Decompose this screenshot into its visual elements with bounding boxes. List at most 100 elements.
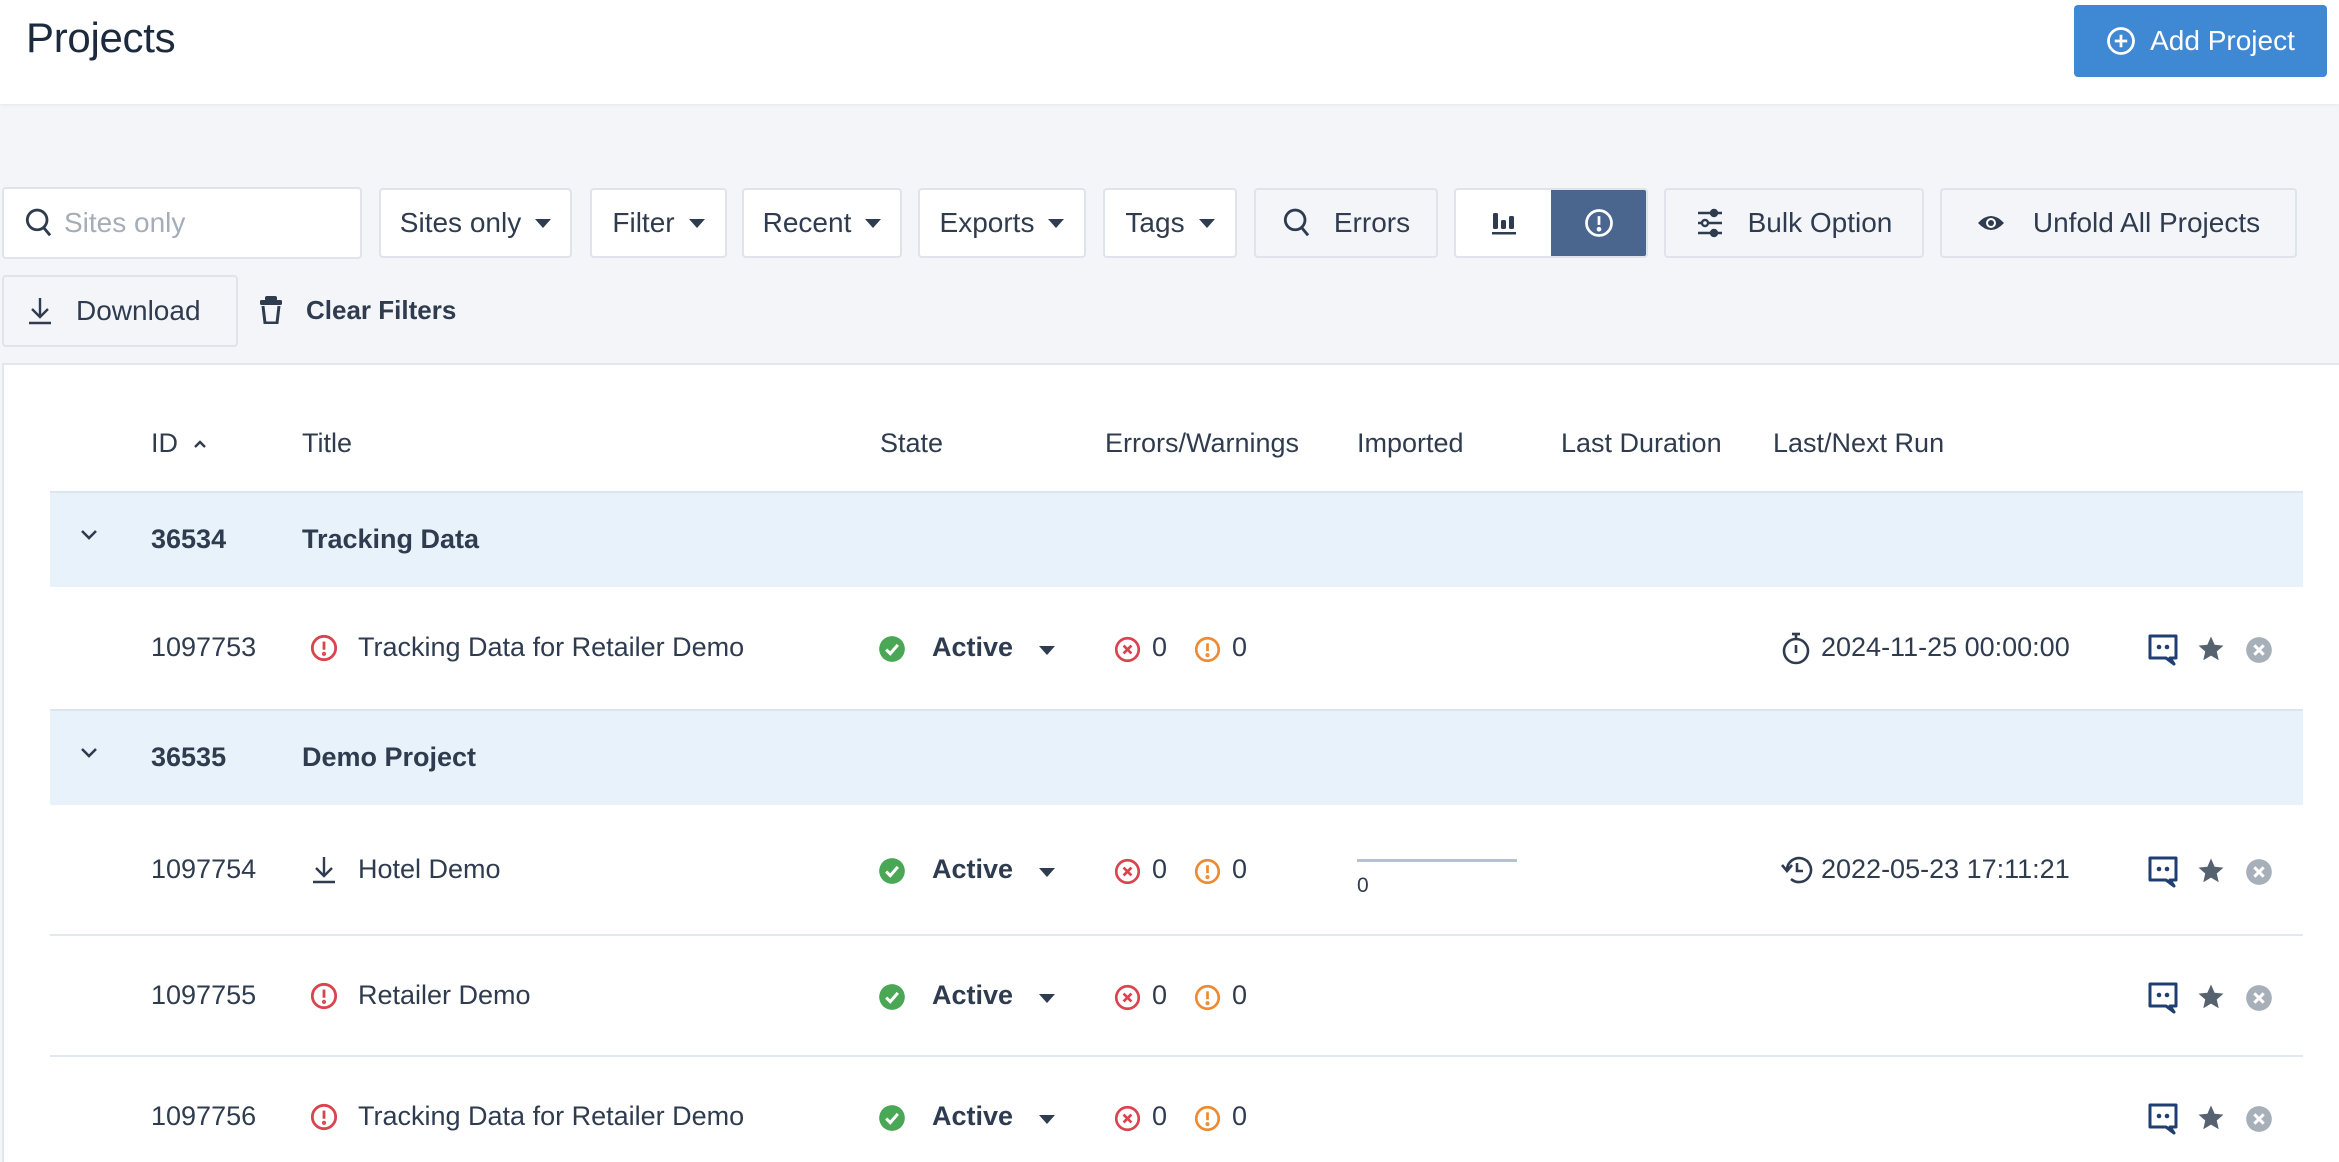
tags-label: Tags (1125, 207, 1185, 238)
state-value[interactable]: Active (932, 854, 1013, 885)
remove-icon[interactable] (2245, 984, 2273, 1012)
search-input[interactable] (64, 207, 354, 239)
filter-dropdown[interactable]: Filter (590, 188, 727, 258)
warnings-count[interactable]: 0 (1232, 980, 1247, 1011)
error-circle-icon (1114, 1105, 1141, 1132)
row-id: 1097755 (151, 980, 257, 1010)
download-icon (29, 298, 51, 325)
errors-count[interactable]: 0 (1152, 1101, 1167, 1132)
warning-circle-icon (1194, 636, 1221, 663)
caret-down-icon (1048, 218, 1065, 228)
row-title[interactable]: Hotel Demo (358, 854, 501, 885)
eye-icon (1977, 216, 2004, 230)
errors-count[interactable]: 0 (1152, 854, 1167, 885)
state-value[interactable]: Active (932, 632, 1013, 663)
column-header-last-next-run[interactable]: Last/Next Run (1773, 428, 1944, 459)
state-dropdown-caret-icon[interactable] (1039, 868, 1055, 877)
clear-filters-button[interactable]: Clear Filters (260, 290, 456, 330)
download-label: Download (76, 295, 201, 326)
top-bar: Projects Add Project (0, 0, 2339, 104)
row-divider (50, 1055, 2303, 1057)
view-toggle[interactable] (1454, 188, 1648, 258)
bulk-option-button[interactable]: Bulk Option (1664, 188, 1924, 258)
recent-label: Recent (762, 207, 852, 238)
chevron-down-icon[interactable] (78, 528, 100, 542)
warnings-count[interactable]: 0 (1232, 632, 1247, 663)
row-id: 1097754 (151, 854, 257, 884)
warnings-count[interactable]: 0 (1232, 854, 1247, 885)
download-button[interactable]: Download (2, 275, 238, 347)
error-circle-icon (1114, 636, 1141, 663)
caret-down-icon (1198, 218, 1215, 228)
remove-icon[interactable] (2245, 636, 2273, 664)
plus-circle-icon (2107, 27, 2135, 55)
warning-circle-icon (1194, 858, 1221, 885)
comment-icon[interactable] (2148, 982, 2178, 1014)
star-icon[interactable] (2196, 1103, 2226, 1133)
row-title[interactable]: Tracking Data for Retailer Demo (358, 632, 744, 663)
sliders-icon (1697, 208, 1722, 238)
comment-icon[interactable] (2148, 1103, 2178, 1135)
group-id: 36535 (151, 742, 227, 772)
warnings-count[interactable]: 0 (1232, 1101, 1247, 1132)
caret-down-icon (688, 218, 705, 228)
add-project-button[interactable]: Add Project (2074, 5, 2327, 77)
trash-icon (260, 296, 282, 324)
filter-label: Filter (612, 207, 675, 238)
column-header-state[interactable]: State (880, 428, 943, 459)
remove-icon[interactable] (2245, 1105, 2273, 1133)
column-header-imported[interactable]: Imported (1357, 428, 1464, 459)
sites-only-dropdown[interactable]: Sites only (379, 188, 572, 258)
state-dropdown-caret-icon[interactable] (1039, 646, 1055, 655)
imported-value: 0 (1357, 874, 1369, 897)
errors-button[interactable]: Errors (1254, 188, 1438, 258)
column-header-id[interactable]: ID (151, 428, 208, 459)
state-dropdown-caret-icon[interactable] (1039, 1115, 1055, 1124)
check-circle-icon (878, 857, 906, 885)
state-value[interactable]: Active (932, 1101, 1013, 1132)
column-header-errors-warnings[interactable]: Errors/Warnings (1105, 428, 1299, 459)
state-dropdown-caret-icon[interactable] (1039, 994, 1055, 1003)
errors-count[interactable]: 0 (1152, 632, 1167, 663)
add-project-label: Add Project (2150, 25, 2295, 56)
star-icon[interactable] (2196, 634, 2226, 664)
exports-dropdown[interactable]: Exports (918, 188, 1086, 258)
imported-progress-bar (1357, 859, 1517, 862)
chevron-down-icon[interactable] (78, 746, 100, 760)
comment-icon[interactable] (2148, 856, 2178, 888)
alert-icon (310, 1103, 338, 1131)
unfold-all-projects-label: Unfold All Projects (2032, 207, 2261, 238)
sites-only-label: Sites only (399, 207, 522, 238)
recent-dropdown[interactable]: Recent (742, 188, 902, 258)
column-header-last-duration[interactable]: Last Duration (1561, 428, 1722, 459)
errors-label: Errors (1333, 207, 1411, 238)
chart-view-toggle[interactable] (1456, 190, 1551, 256)
search-icon (25, 208, 52, 237)
search-icon (1283, 208, 1310, 237)
errors-count[interactable]: 0 (1152, 980, 1167, 1011)
caret-down-icon (865, 218, 882, 228)
group-id: 36534 (151, 524, 227, 554)
row-id: 1097756 (151, 1101, 257, 1131)
last-next-run: 2024-11-25 00:00:00 (1821, 632, 2070, 662)
search-field[interactable] (2, 187, 362, 259)
comment-icon[interactable] (2148, 634, 2178, 666)
last-next-run: 2022-05-23 17:11:21 (1821, 854, 2070, 884)
column-header-label: ID (151, 428, 178, 458)
tags-dropdown[interactable]: Tags (1103, 188, 1237, 258)
remove-icon[interactable] (2245, 858, 2273, 886)
group-title[interactable]: Demo Project (302, 742, 476, 773)
unfold-all-projects-button[interactable]: Unfold All Projects (1940, 188, 2297, 258)
errors-view-toggle[interactable] (1551, 190, 1646, 256)
check-circle-icon (878, 983, 906, 1011)
row-divider (50, 934, 2303, 936)
column-header-title[interactable]: Title (302, 428, 352, 459)
row-title[interactable]: Retailer Demo (358, 980, 531, 1011)
state-value[interactable]: Active (932, 980, 1013, 1011)
row-title[interactable]: Tracking Data for Retailer Demo (358, 1101, 744, 1132)
group-title[interactable]: Tracking Data (302, 524, 479, 555)
check-circle-icon (878, 635, 906, 663)
alert-icon (310, 982, 338, 1010)
star-icon[interactable] (2196, 856, 2226, 886)
star-icon[interactable] (2196, 982, 2226, 1012)
